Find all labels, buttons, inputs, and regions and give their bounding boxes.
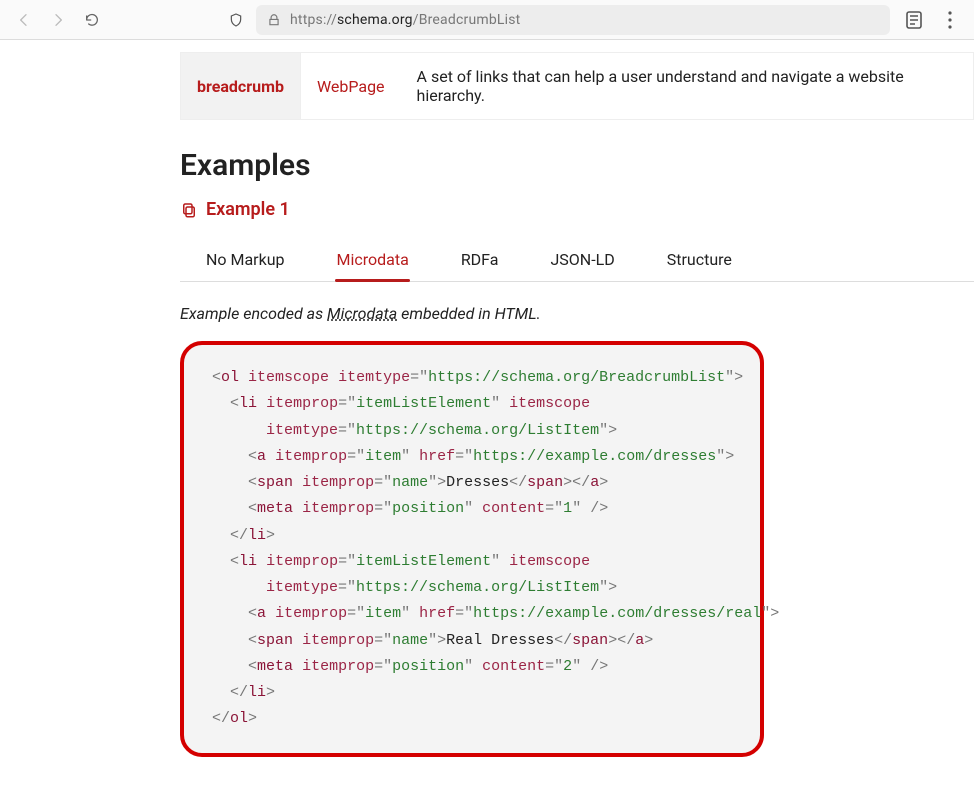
- property-row: breadcrumb WebPage A set of links that c…: [180, 52, 974, 120]
- tab-jsonld[interactable]: JSON-LD: [524, 238, 640, 281]
- property-type-link[interactable]: WebPage: [317, 77, 385, 96]
- reload-button[interactable]: [80, 8, 104, 32]
- property-name-link[interactable]: breadcrumb: [197, 77, 284, 96]
- encoding-note: Example encoded as Microdata embedded in…: [180, 304, 974, 323]
- browser-toolbar: https://schema.org/BreadcrumbList: [0, 0, 974, 40]
- arrow-right-icon: [50, 12, 66, 28]
- forward-button[interactable]: [46, 8, 70, 32]
- address-area: https://schema.org/BreadcrumbList: [224, 5, 962, 35]
- lock-icon: [266, 12, 282, 28]
- reload-icon: [84, 12, 100, 28]
- example-tabs: No Markup Microdata RDFa JSON-LD Structu…: [180, 238, 974, 282]
- tab-rdfa[interactable]: RDFa: [435, 238, 525, 281]
- tab-microdata[interactable]: Microdata: [311, 238, 435, 281]
- address-bar[interactable]: https://schema.org/BreadcrumbList: [256, 5, 890, 35]
- examples-heading: Examples: [180, 148, 974, 183]
- tab-structure[interactable]: Structure: [641, 238, 758, 281]
- back-button[interactable]: [12, 8, 36, 32]
- reader-mode-icon[interactable]: [902, 8, 926, 32]
- arrow-left-icon: [16, 12, 32, 28]
- page-content: breadcrumb WebPage A set of links that c…: [0, 40, 974, 757]
- more-icon[interactable]: [938, 8, 962, 32]
- property-desc-text: A set of links that can help a user unde…: [417, 67, 957, 105]
- note-before: Example encoded as: [180, 304, 327, 323]
- property-name-cell: breadcrumb: [181, 53, 300, 119]
- example-1-label: Example 1: [206, 199, 290, 220]
- shield-icon[interactable]: [224, 8, 248, 32]
- code-block: <ol itemscope itemtype="https://schema.o…: [212, 365, 732, 733]
- url-host: schema.org: [337, 12, 413, 28]
- url-path: /BreadcrumbList: [413, 12, 521, 28]
- property-type-cell: WebPage: [300, 53, 401, 119]
- example-1-heading[interactable]: Example 1: [180, 199, 974, 220]
- url-prefix: https://: [290, 12, 337, 28]
- url-text: https://schema.org/BreadcrumbList: [290, 12, 520, 28]
- tab-no-markup[interactable]: No Markup: [180, 238, 311, 281]
- note-after: embedded in HTML.: [397, 304, 541, 323]
- copy-icon: [180, 201, 198, 219]
- code-example-box: <ol itemscope itemtype="https://schema.o…: [180, 341, 764, 757]
- property-desc-cell: A set of links that can help a user unde…: [401, 53, 973, 119]
- note-link[interactable]: Microdata: [327, 304, 397, 323]
